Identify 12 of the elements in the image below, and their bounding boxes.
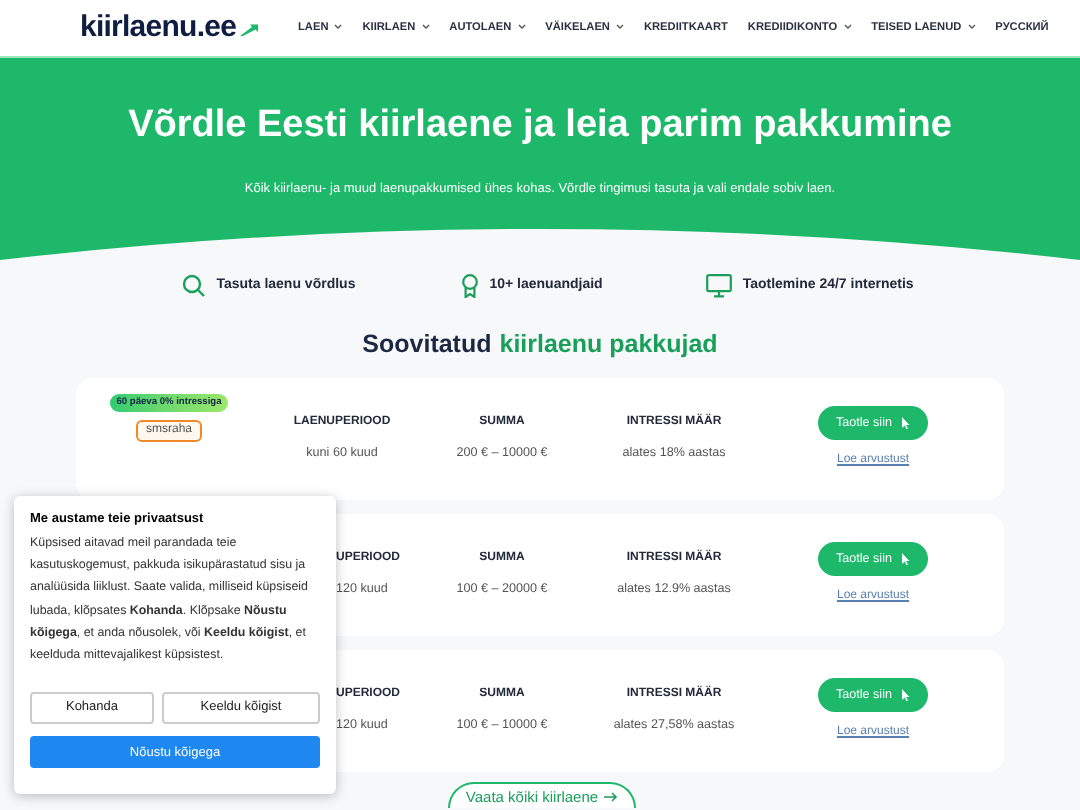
award-icon (459, 274, 480, 298)
section-title-highlight: kiirlaenu pakkujad (499, 328, 718, 362)
hero-title: Võrdle Eesti kiirlaene ja leia parim pakkumine (128, 102, 952, 150)
monitor-icon (706, 274, 733, 298)
arrow-icon (604, 787, 619, 802)
pointer-icon (900, 688, 910, 703)
site-logo[interactable]: kiirlaenu.ee (80, 5, 237, 51)
pointer-icon (900, 552, 910, 567)
arrow-icon (240, 21, 259, 35)
search-icon (182, 274, 207, 298)
pointer-icon (900, 416, 910, 431)
section-title: Soovitatud (362, 328, 492, 362)
